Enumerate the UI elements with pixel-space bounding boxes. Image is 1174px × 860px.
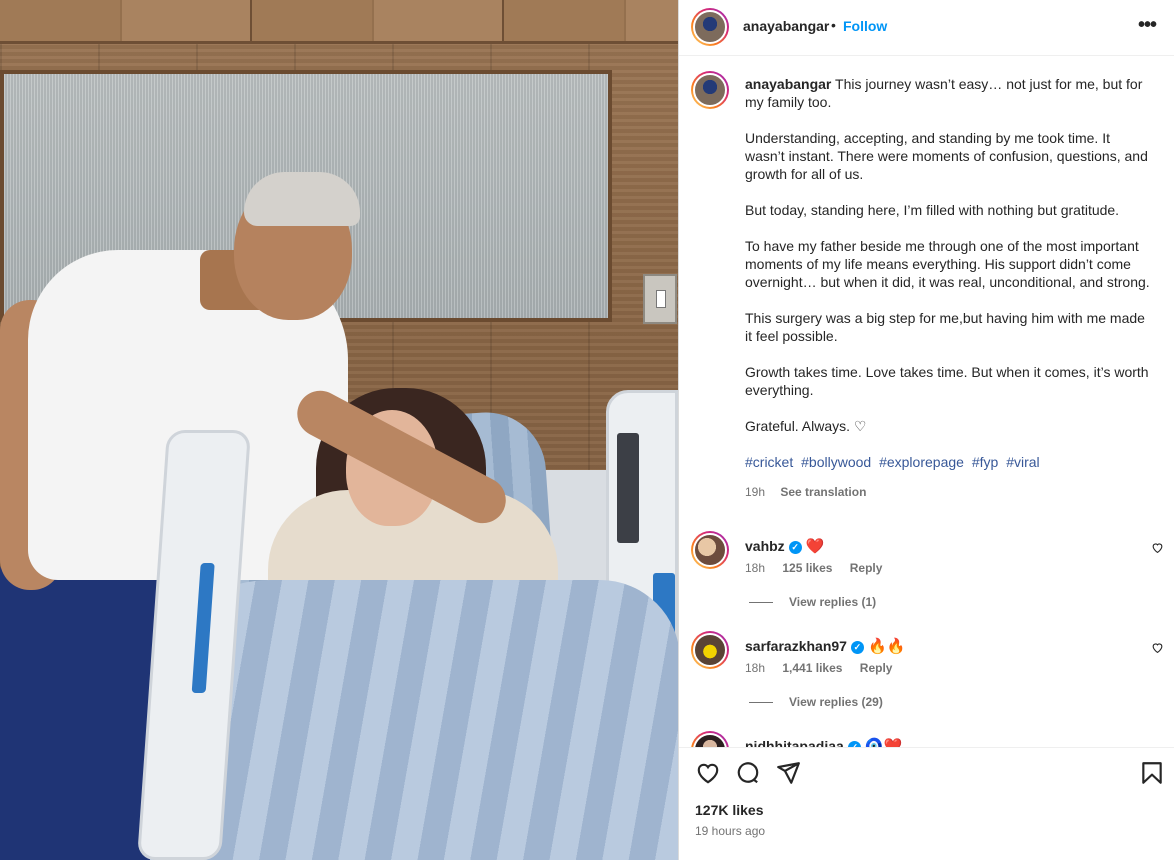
wood-panel-top: [0, 0, 678, 44]
view-replies-button[interactable]: View replies (29): [749, 695, 883, 709]
bookmark-icon[interactable]: [1139, 760, 1165, 786]
comment-username[interactable]: nidhhitapadiaa ✓ 🧿❤️: [745, 737, 902, 747]
caption-username[interactable]: anayabangar: [745, 76, 831, 92]
post-header: anayabangar • Follow •••: [679, 0, 1174, 56]
hashtags: #cricket #bollywood #explorepage #fyp #v…: [745, 453, 1153, 471]
hashtag-link[interactable]: #explorepage: [879, 454, 964, 470]
caption-text: To have my father beside me through one …: [745, 238, 1150, 290]
verified-badge-icon: ✓: [788, 541, 802, 554]
view-replies-button[interactable]: View replies (1): [749, 595, 876, 609]
comment-heart-icon[interactable]: [1151, 641, 1164, 654]
comment-text: 🧿❤️: [864, 738, 903, 747]
comment-icon[interactable]: [735, 760, 761, 786]
verified-badge-icon: ✓: [850, 641, 864, 654]
hashtag-link[interactable]: #fyp: [972, 454, 998, 470]
caption-text: Growth takes time. Love takes time. But …: [745, 364, 1149, 398]
more-options-icon[interactable]: •••: [1138, 14, 1157, 37]
man-hair: [244, 172, 360, 226]
caption-time: 19h: [745, 485, 766, 499]
caption-text: Understanding, accepting, and standing b…: [745, 130, 1148, 182]
post-timestamp[interactable]: 19 hours ago: [695, 824, 765, 838]
caption-text: This surgery was a big step for me,but h…: [745, 310, 1145, 344]
avatar[interactable]: [691, 631, 729, 669]
separator-dot: •: [831, 17, 836, 33]
heart-icon[interactable]: [695, 760, 721, 786]
post-actions: 127K likes 19 hours ago: [679, 747, 1174, 860]
post-dialog: anayabangar • Follow ••• anayabangar Thi…: [0, 0, 1174, 860]
post-side-panel: anayabangar • Follow ••• anayabangar Thi…: [678, 0, 1174, 860]
comment-meta: 18h 1,441 likes Reply: [745, 661, 906, 675]
caption-meta: 19h See translation: [745, 483, 1153, 501]
comment-text: ❤️: [805, 538, 825, 555]
reply-button[interactable]: Reply: [860, 661, 893, 675]
comment-username[interactable]: vahbz ✓ ❤️: [745, 537, 824, 555]
hashtag-link[interactable]: #cricket: [745, 454, 793, 470]
hashtag-link[interactable]: #bollywood: [801, 454, 871, 470]
comment-item: nidhhitapadiaa ✓ 🧿❤️: [679, 731, 1174, 747]
comments-scroll-area[interactable]: anayabangar This journey wasn’t easy… no…: [679, 57, 1174, 747]
comment-likes[interactable]: 125 likes: [782, 561, 832, 575]
caption-text: But today, standing here, I’m filled wit…: [745, 202, 1120, 218]
comment-item: vahbz ✓ ❤️ 18h 125 likes Reply View replie…: [679, 531, 1174, 631]
post-photo[interactable]: [0, 0, 678, 860]
reply-button[interactable]: Reply: [850, 561, 883, 575]
see-translation-link[interactable]: See translation: [780, 485, 866, 499]
post-username[interactable]: anayabangar: [743, 18, 829, 34]
comment-likes[interactable]: 1,441 likes: [782, 661, 842, 675]
comment-username[interactable]: sarfarazkhan97 ✓ 🔥🔥: [745, 637, 905, 655]
caption-avatar[interactable]: [691, 71, 729, 109]
follow-button[interactable]: Follow: [843, 18, 887, 34]
avatar[interactable]: [691, 8, 729, 46]
comment-text: 🔥🔥: [867, 638, 906, 655]
caption: anayabangar This journey wasn’t easy… no…: [745, 75, 1153, 501]
share-icon[interactable]: [775, 760, 801, 786]
comment-meta: 18h 125 likes Reply: [745, 561, 896, 575]
caption-text: Grateful. Always. ♡: [745, 418, 867, 434]
comment-time: 18h: [745, 561, 766, 575]
hashtag-link[interactable]: #viral: [1006, 454, 1039, 470]
comment-time: 18h: [745, 661, 766, 675]
comment-heart-icon[interactable]: [1151, 541, 1164, 554]
avatar[interactable]: [691, 731, 729, 747]
likes-count[interactable]: 127K likes: [695, 802, 764, 818]
wall-switch: [643, 274, 677, 324]
avatar[interactable]: [691, 531, 729, 569]
comment-item: sarfarazkhan97 ✓ 🔥🔥 18h 1,441 likes Reply …: [679, 631, 1174, 731]
